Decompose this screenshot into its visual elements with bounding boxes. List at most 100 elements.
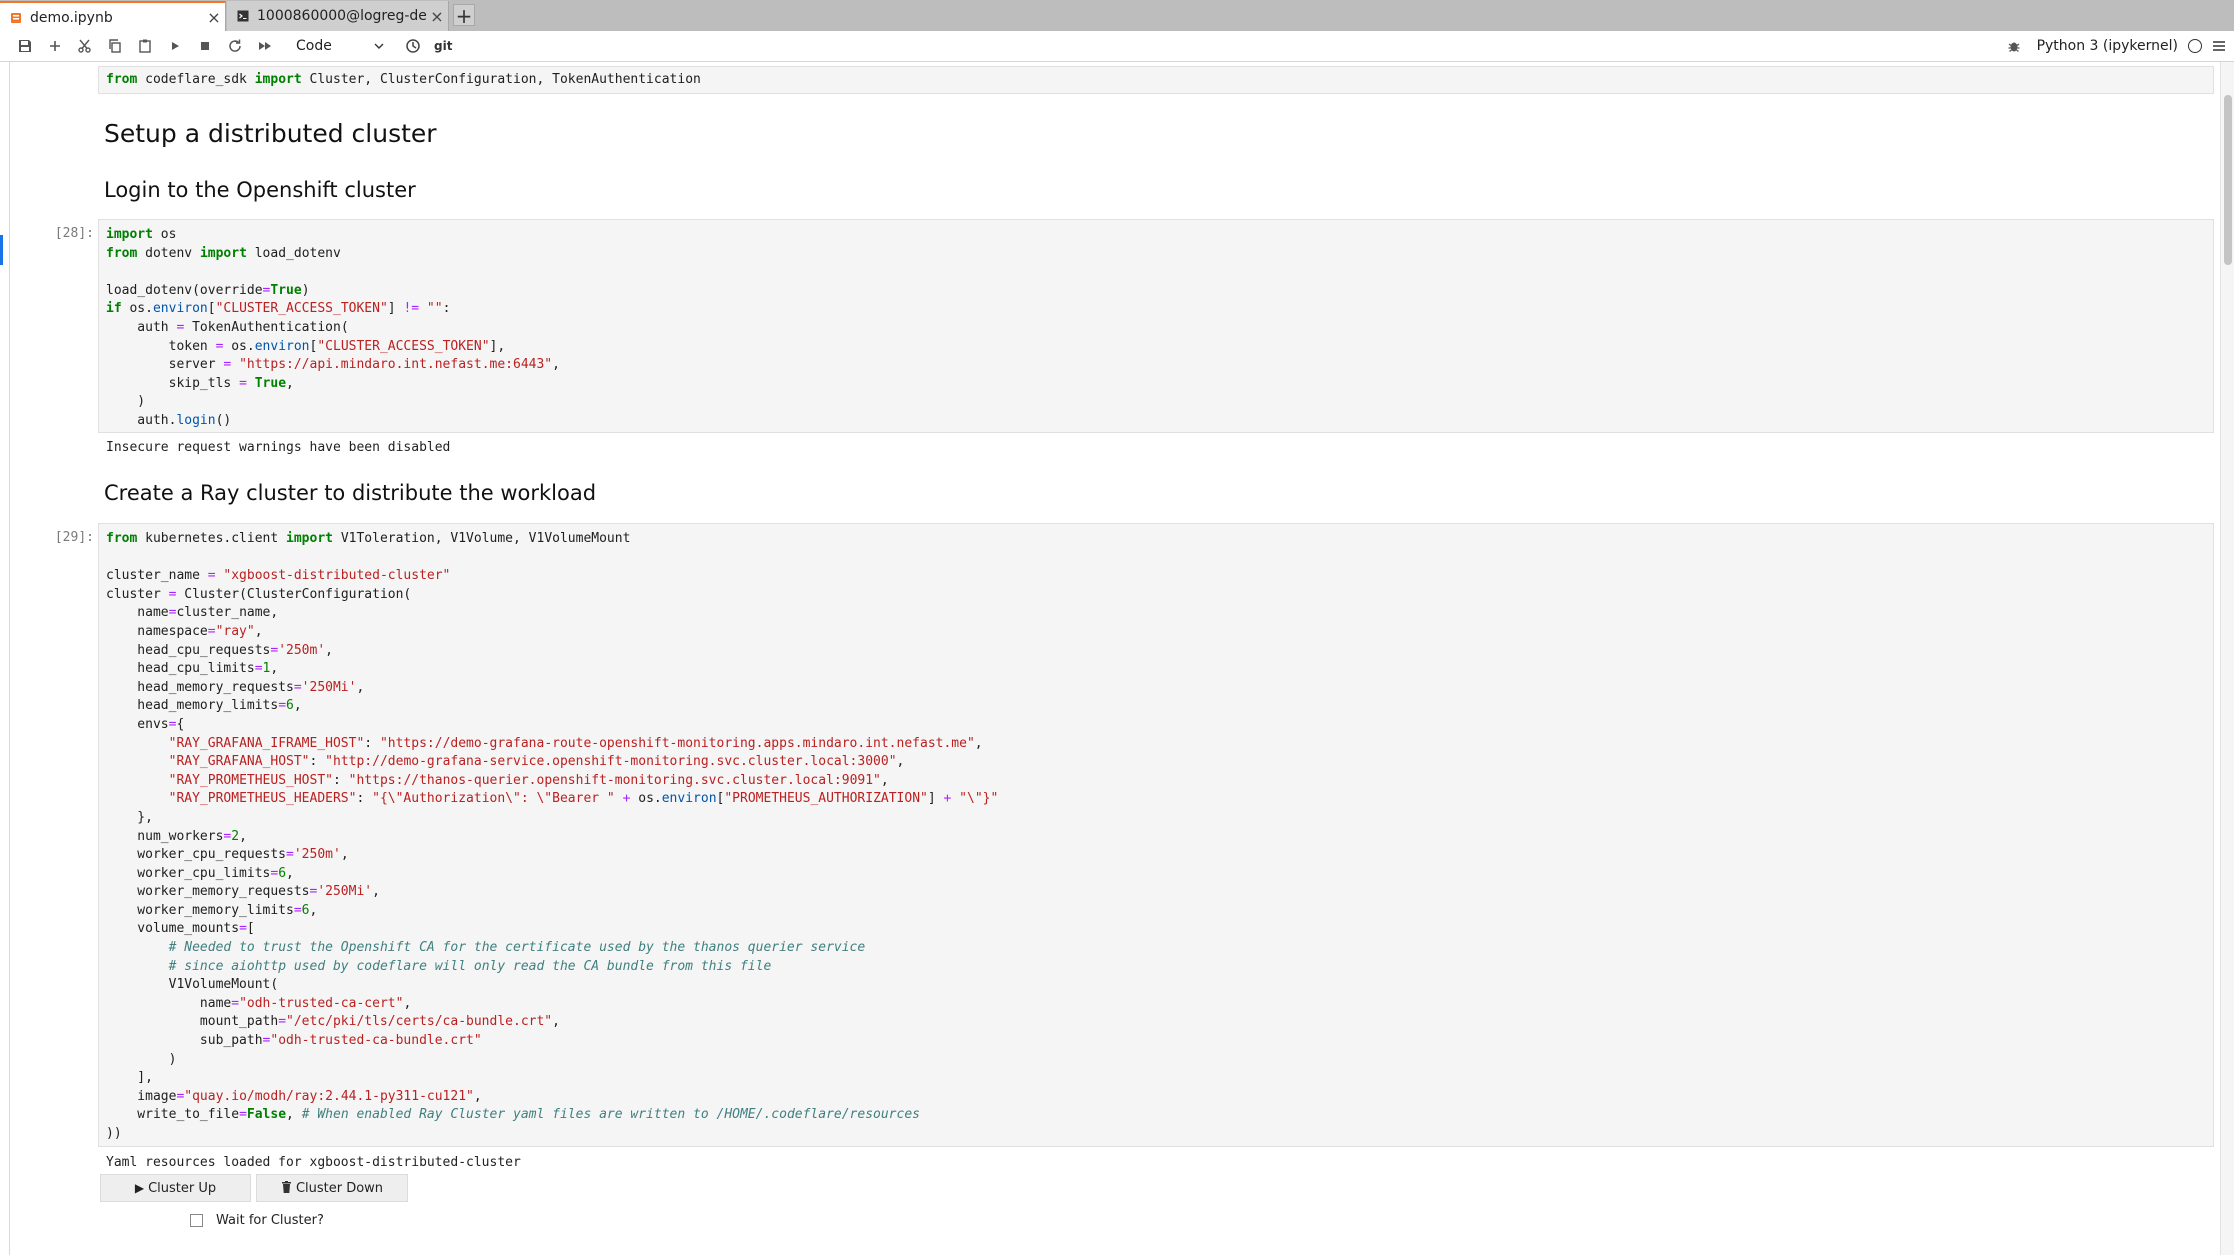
code-cell-cluster[interactable]: from kubernetes.client import V1Tolerati… [98,523,2214,1147]
code-line: worker_cpu_requests='250m', [106,847,349,863]
code-line: worker_cpu_limits=6, [106,865,294,881]
code-line: cluster = Cluster(ClusterConfiguration( [106,586,412,602]
git-button[interactable]: git [434,39,452,53]
kernel-name[interactable]: Python 3 (ipykernel) [2037,38,2178,54]
code-line: server = "https://api.mindaro.int.nefast… [106,357,560,373]
code-line: from codeflare_sdk import Cluster, Clust… [106,72,701,87]
paste-cell-button[interactable] [130,33,160,59]
tab-label: 1000860000@logreg-demo [257,8,426,24]
code-line: token = os.environ["CLUSTER_ACCESS_TOKEN… [106,338,506,354]
markdown-heading-login: Login to the Openshift cluster [104,178,416,202]
code-line: name=cluster_name, [106,605,279,621]
cluster-up-button[interactable]: ▶ Cluster Up [100,1174,251,1202]
bug-icon[interactable] [2007,39,2021,53]
run-cell-button[interactable] [160,33,190,59]
scissors-icon [78,39,91,53]
code-cell-login[interactable]: import os from dotenv import load_dotenv … [98,219,2214,433]
cell-prompt: [28]: [54,226,94,241]
code-line: worker_memory_requests='250Mi', [106,884,380,900]
cell-type-select[interactable]: Code [290,34,390,58]
code-line: head_cpu_limits=1, [106,661,279,677]
save-button[interactable] [10,33,40,59]
code-line: V1VolumeMount( [106,977,279,993]
cell-type-value: Code [296,38,332,54]
cell-output-cluster: Yaml resources loaded for xgboost-distri… [106,1155,521,1170]
code-line: head_cpu_requests='250m', [106,642,333,658]
cell-prompt: [29]: [54,530,94,545]
code-line: cluster_name = "xgboost-distributed-clus… [106,568,451,584]
cell-output-login: Insecure request warnings have been disa… [106,440,451,455]
code-line: envs={ [106,716,185,732]
wait-for-cluster-checkbox[interactable] [190,1214,203,1227]
markdown-heading-ray-cluster: Create a Ray cluster to distribute the w… [104,481,597,505]
code-line: # Needed to trust the Openshift CA for t… [168,940,866,956]
active-cell-marker [0,235,3,265]
code-line: from kubernetes.client import V1Tolerati… [106,531,631,546]
cluster-up-label: Cluster Up [148,1180,217,1196]
code-line: mount_path="/etc/pki/tls/certs/ca-bundle… [106,1014,560,1030]
code-line: write_to_file=False, # When enabled Ray … [106,1107,920,1123]
tab-terminal[interactable]: 1000860000@logreg-demo × [227,1,449,31]
insert-cell-button[interactable] [40,33,70,59]
plus-icon [50,41,60,51]
code-line: volume_mounts=[ [106,921,255,937]
history-button[interactable] [398,33,428,59]
close-icon[interactable]: × [203,8,225,27]
wait-for-cluster-label: Wait for Cluster? [216,1213,324,1228]
terminal-icon [237,10,249,22]
code-line: if os.environ["CLUSTER_ACCESS_TOKEN"] !=… [106,301,451,317]
code-line: load_dotenv(override=True) [106,282,310,298]
code-line: import os [106,227,177,242]
interrupt-kernel-button[interactable] [190,33,220,59]
play-icon: ▶ [134,1181,145,1195]
code-line: skip_tls = True, [106,375,294,391]
wait-for-cluster-row: Wait for Cluster? [190,1213,324,1228]
code-line: image="quay.io/modh/ray:2.44.1-py311-cu1… [106,1088,482,1104]
code-line: # since aiohttp used by codeflare will o… [168,958,772,974]
paste-icon [139,39,151,53]
code-line: sub_path="odh-trusted-ca-bundle.crt" [106,1033,482,1049]
code-cell-import[interactable]: from codeflare_sdk import Cluster, Clust… [98,66,2214,94]
restart-kernel-button[interactable] [220,33,250,59]
new-tab-button[interactable]: + [453,4,475,27]
code-line: num_workers=2, [106,828,247,844]
notebook-icon [10,12,22,24]
cut-cell-button[interactable] [70,33,100,59]
copy-cell-button[interactable] [100,33,130,59]
kernel-status-area: Python 3 (ipykernel) [2007,31,2226,61]
stop-icon [201,42,209,50]
tab-bar: demo.ipynb × 1000860000@logreg-demo × + [0,0,2234,32]
save-icon [19,40,31,52]
code-line: head_memory_requests='250Mi', [106,679,365,695]
play-icon [172,42,179,50]
menu-icon[interactable] [2212,40,2226,52]
clock-icon [406,39,420,53]
trash-icon [281,1180,292,1196]
chevron-down-icon [374,43,384,49]
cluster-down-button[interactable]: Cluster Down [256,1174,408,1202]
code-line: "RAY_GRAFANA_IFRAME_HOST": "https://demo… [168,735,983,751]
code-line: auth.login() [106,412,232,428]
close-icon[interactable]: × [426,7,448,26]
code-line: )) [106,1126,122,1141]
tab-label: demo.ipynb [30,9,113,26]
code-line: namespace="ray", [106,623,263,639]
code-line: auth = TokenAuthentication( [106,319,349,335]
markdown-heading-setup: Setup a distributed cluster [104,119,437,148]
cluster-down-label: Cluster Down [295,1180,384,1196]
scrollbar-thumb[interactable] [2224,95,2232,265]
code-line: ], [106,1070,153,1086]
code-line: ) [106,1051,177,1067]
tab-demo-notebook[interactable]: demo.ipynb × [0,1,226,32]
copy-icon [109,39,121,53]
code-line: "RAY_PROMETHEUS_HOST": "https://thanos-q… [168,772,889,788]
refresh-icon [229,39,241,52]
code-line: }, [106,809,153,825]
code-line: head_memory_limits=6, [106,698,302,714]
code-line: name="odh-trusted-ca-cert", [106,995,412,1011]
code-line: from dotenv import load_dotenv [106,245,341,261]
restart-run-all-button[interactable] [250,33,280,59]
code-line: "RAY_GRAFANA_HOST": "http://demo-grafana… [168,754,905,770]
